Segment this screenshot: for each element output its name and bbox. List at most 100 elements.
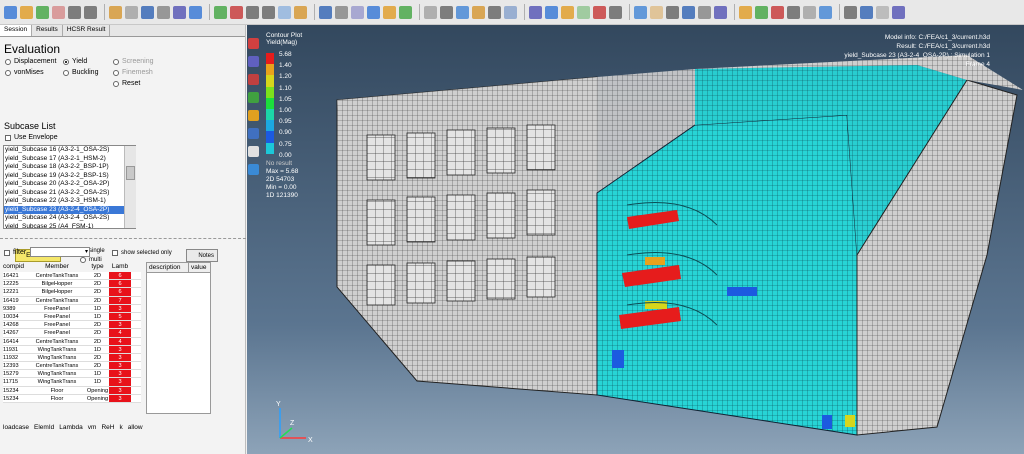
table-row[interactable]: 11931 WingTankTrans 1D 3 xyxy=(3,345,141,354)
splitter[interactable] xyxy=(0,238,246,241)
zoom-icon[interactable] xyxy=(319,5,332,19)
undo-icon[interactable] xyxy=(424,5,437,19)
undo-icon[interactable] xyxy=(787,5,800,19)
open-icon[interactable] xyxy=(189,5,202,19)
tab-hcsr-result[interactable]: HCSR Result xyxy=(63,25,111,36)
filter-select[interactable]: ▾ xyxy=(30,247,90,257)
select-icon[interactable] xyxy=(819,5,832,19)
scrollbar-thumb[interactable] xyxy=(126,166,135,180)
undo-icon[interactable] xyxy=(609,5,622,19)
zoom-icon[interactable] xyxy=(504,5,517,19)
col-member[interactable]: Member xyxy=(28,262,86,272)
viewport-tool-icon[interactable] xyxy=(248,74,259,85)
fit-icon[interactable] xyxy=(157,5,170,19)
view-icon[interactable] xyxy=(892,5,905,19)
export-icon[interactable] xyxy=(230,5,243,19)
viewport-tool-icon[interactable] xyxy=(248,56,259,67)
zoom-icon[interactable] xyxy=(682,5,695,19)
bottom-col-header[interactable]: allow xyxy=(128,424,143,433)
col-compid[interactable]: compid xyxy=(3,262,28,272)
import-icon[interactable] xyxy=(214,5,227,19)
select-icon[interactable] xyxy=(278,5,291,19)
undo-icon[interactable] xyxy=(246,5,259,19)
fit-icon[interactable] xyxy=(876,5,889,19)
subcase-item[interactable]: yield_Subcase 19 (A3-2-2_BSP-1S) xyxy=(4,172,135,181)
select-icon[interactable] xyxy=(456,5,469,19)
zoom-icon[interactable] xyxy=(860,5,873,19)
zoom-icon[interactable] xyxy=(141,5,154,19)
show-selected-checkbox[interactable]: show selected only xyxy=(112,250,172,256)
bottom-col-header[interactable]: ReH xyxy=(101,424,114,433)
subcase-item[interactable]: yield_Subcase 16 (A3-2-1_OSA-2S) xyxy=(4,146,135,155)
open-icon[interactable] xyxy=(4,5,17,19)
col-description[interactable]: description xyxy=(147,263,189,272)
bottom-col-header[interactable]: vm xyxy=(88,424,97,433)
import-icon[interactable] xyxy=(36,5,49,19)
subcase-item[interactable]: yield_Subcase 25 (A4_FSM-1) xyxy=(4,223,135,229)
import-icon[interactable] xyxy=(399,5,412,19)
subcase-item[interactable]: yield_Subcase 21 (A3-2-2_OSA-2S) xyxy=(4,189,135,198)
fit-icon[interactable] xyxy=(698,5,711,19)
bottom-col-header[interactable]: k xyxy=(119,424,122,433)
bottom-col-header[interactable]: ElemId xyxy=(34,424,54,433)
select-icon[interactable] xyxy=(634,5,647,19)
radio-buckling[interactable]: Buckling xyxy=(63,69,98,76)
table-row[interactable]: 15279 WingTankTrans 1D 3 xyxy=(3,370,141,379)
rotate-icon[interactable] xyxy=(109,5,122,19)
table-row[interactable]: 9389 FreePanel 1D 3 xyxy=(3,304,141,313)
table-row[interactable]: 12225 BilgeHopper 2D 6 xyxy=(3,280,141,289)
table-row[interactable]: 15234 Floor Opening 3 xyxy=(3,386,141,395)
col-value[interactable]: value xyxy=(189,263,207,272)
table-row[interactable]: 11715 WingTankTrans 1D 3 xyxy=(3,378,141,387)
subcase-list[interactable]: yield_Subcase 16 (A3-2-1_OSA-2S) yield_Su… xyxy=(3,145,136,229)
table-row[interactable]: 14267 FreePanel 2D 4 xyxy=(3,329,141,338)
save-icon[interactable] xyxy=(20,5,33,19)
table-row[interactable]: 15234 Floor Opening 3 xyxy=(3,394,141,403)
table-row[interactable]: 16421 CentreTankTrans 2D 6 xyxy=(3,272,141,281)
subcase-item[interactable]: yield_Subcase 17 (A3-2-1_HSM-2) xyxy=(4,155,135,164)
import-icon[interactable] xyxy=(577,5,590,19)
undo-icon[interactable] xyxy=(68,5,81,19)
table-row[interactable]: 10034 FreePanel 1D 5 xyxy=(3,312,141,322)
viewport-tool-icon[interactable] xyxy=(248,164,259,175)
radio-screening[interactable]: Screening xyxy=(113,58,154,65)
export-icon[interactable] xyxy=(771,5,784,19)
redo-icon[interactable] xyxy=(440,5,453,19)
redo-icon[interactable] xyxy=(84,5,97,19)
table-row[interactable]: 14268 FreePanel 2D 3 xyxy=(3,321,141,330)
radio-vonmises[interactable]: vonMises xyxy=(5,69,44,76)
save-icon[interactable] xyxy=(561,5,574,19)
view-icon[interactable] xyxy=(714,5,727,19)
view-icon[interactable] xyxy=(351,5,364,19)
viewport-tool-icon[interactable] xyxy=(248,38,259,49)
table-row[interactable]: 16414 CentreTankTrans 2D 4 xyxy=(3,337,141,346)
table-row[interactable]: 11932 WingTankTrans 2D 3 xyxy=(3,353,141,363)
bottom-col-header[interactable]: loadcase xyxy=(3,424,29,433)
viewport-tool-icon[interactable] xyxy=(248,110,259,121)
rotate-icon[interactable] xyxy=(472,5,485,19)
pan-icon[interactable] xyxy=(125,5,138,19)
export-icon[interactable] xyxy=(52,5,65,19)
view-icon[interactable] xyxy=(173,5,186,19)
redo-icon[interactable] xyxy=(803,5,816,19)
save-icon[interactable] xyxy=(383,5,396,19)
subcase-item[interactable]: yield_Subcase 20 (A3-2-2_OSA-2P) xyxy=(4,180,135,189)
notes-button[interactable]: Notes xyxy=(186,249,218,262)
radio-yield[interactable]: Yield xyxy=(63,58,87,65)
subcase-item[interactable]: yield_Subcase 23 (A3-2-4_OSA-2P) xyxy=(4,205,135,214)
viewport-tool-icon[interactable] xyxy=(248,146,259,157)
subcase-item[interactable]: yield_Subcase 22 (A3-2-3_HSM-1) xyxy=(4,197,135,206)
redo-icon[interactable] xyxy=(262,5,275,19)
filter-checkbox[interactable]: filter xyxy=(4,249,26,256)
col-lambda[interactable]: Lamb xyxy=(109,262,131,272)
pan-icon[interactable] xyxy=(844,5,857,19)
view-icon[interactable] xyxy=(529,5,542,19)
table-row[interactable]: 12221 BilgeHopper 2D 6 xyxy=(3,288,141,297)
rotate-icon[interactable] xyxy=(650,5,663,19)
3d-viewport[interactable] xyxy=(247,25,1024,454)
open-icon[interactable] xyxy=(367,5,380,19)
col-type[interactable]: type xyxy=(86,262,109,272)
export-icon[interactable] xyxy=(593,5,606,19)
table-row[interactable]: 16419 CentreTankTrans 2D 7 xyxy=(3,296,141,305)
viewport-tool-icon[interactable] xyxy=(248,128,259,139)
